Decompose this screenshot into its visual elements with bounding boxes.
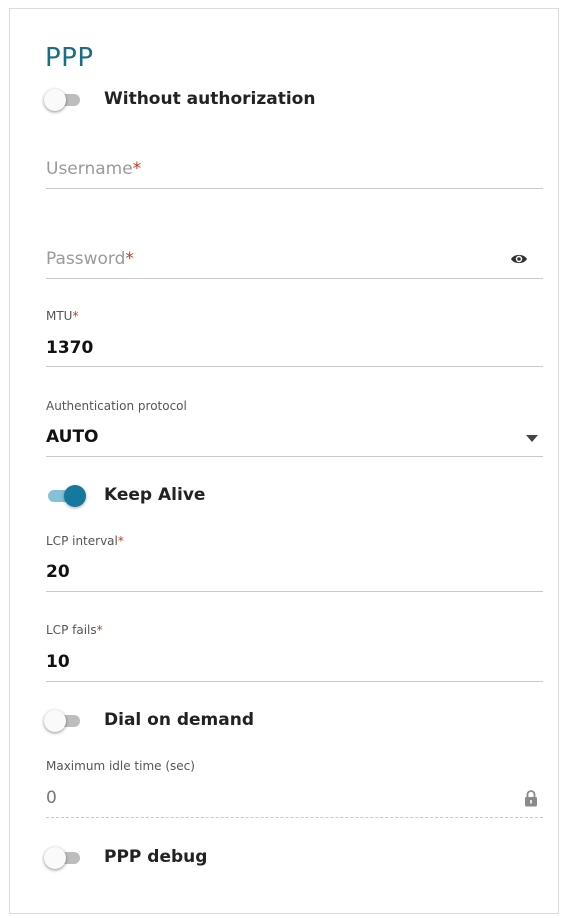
lcp-fails-value: 10 <box>46 652 70 672</box>
authentication-protocol-underline <box>46 456 543 457</box>
username-underline <box>46 188 543 189</box>
ppp-debug-toggle[interactable] <box>44 847 82 869</box>
mtu-field[interactable]: MTU* 1370 <box>46 309 543 371</box>
password-field[interactable]: Password* <box>46 247 543 289</box>
ppp-debug-label: PPP debug <box>104 847 208 867</box>
without-authorization-label: Without authorization <box>104 89 316 109</box>
lcp-fails-underline <box>46 681 543 682</box>
dial-on-demand-row: Dial on demand <box>44 707 255 733</box>
chevron-down-icon[interactable] <box>526 435 538 442</box>
maximum-idle-time-value: 0 <box>46 788 57 808</box>
maximum-idle-time-field: Maximum idle time (sec) 0 <box>46 759 543 821</box>
lcp-fails-label: LCP fails* <box>46 623 103 637</box>
ppp-settings-panel: PPP Without authorization Username* Pass… <box>9 8 559 914</box>
dial-on-demand-toggle[interactable] <box>44 710 82 732</box>
maximum-idle-time-underline <box>46 817 543 818</box>
keep-alive-toggle[interactable] <box>46 485 86 507</box>
lcp-interval-underline <box>46 591 543 592</box>
username-placeholder: Username* <box>46 159 142 179</box>
keep-alive-row: Keep Alive <box>46 482 205 508</box>
section-title: PPP <box>45 43 94 73</box>
lock-icon <box>525 790 537 807</box>
keep-alive-label: Keep Alive <box>104 485 206 505</box>
password-placeholder: Password* <box>46 249 134 269</box>
without-authorization-toggle[interactable] <box>44 89 82 111</box>
username-field[interactable]: Username* <box>46 157 543 199</box>
authentication-protocol-label: Authentication protocol <box>46 399 187 413</box>
mtu-value: 1370 <box>46 338 94 358</box>
lcp-interval-label: LCP interval* <box>46 534 124 548</box>
eye-icon[interactable] <box>510 253 528 265</box>
mtu-label: MTU* <box>46 309 79 323</box>
authentication-protocol-value: AUTO <box>46 427 99 447</box>
toggle-thumb <box>44 847 66 869</box>
dial-on-demand-label: Dial on demand <box>104 710 255 730</box>
maximum-idle-time-label: Maximum idle time (sec) <box>46 759 195 773</box>
password-underline <box>46 278 543 279</box>
without-authorization-row: Without authorization <box>44 86 316 112</box>
ppp-debug-row: PPP debug <box>44 844 208 870</box>
toggle-thumb <box>44 89 66 111</box>
authentication-protocol-select[interactable]: Authentication protocol AUTO <box>46 399 543 461</box>
toggle-thumb <box>44 710 66 732</box>
lcp-interval-value: 20 <box>46 562 70 582</box>
lcp-fails-field[interactable]: LCP fails* 10 <box>46 623 543 685</box>
lcp-interval-field[interactable]: LCP interval* 20 <box>46 534 543 596</box>
mtu-underline <box>46 366 543 367</box>
toggle-thumb <box>64 485 86 507</box>
